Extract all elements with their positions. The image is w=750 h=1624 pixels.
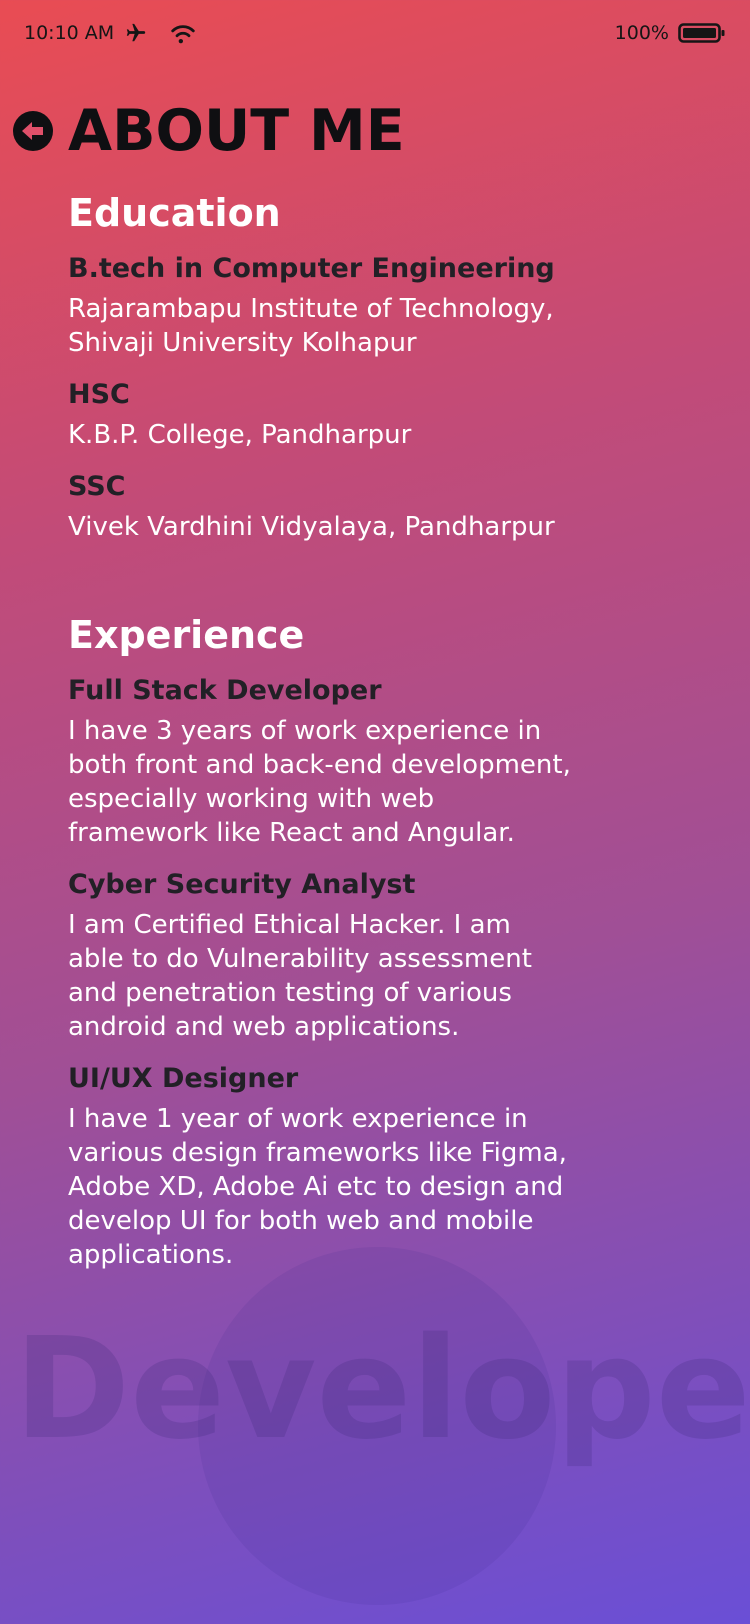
experience-heading: Experience [68, 613, 305, 657]
battery-percentage: 100% [614, 22, 669, 44]
education-heading: Education [68, 191, 281, 235]
education-item-title: HSC [68, 379, 130, 410]
experience-item: Cyber Security Analyst I am Certified Et… [68, 868, 688, 1044]
experience-item-desc: I have 3 years of work experience in bot… [68, 716, 571, 848]
education-section: Education B.tech in Computer Engineering… [68, 190, 688, 544]
education-item: B.tech in Computer Engineering Rajaramba… [68, 252, 688, 360]
back-arrow-icon[interactable] [12, 110, 54, 152]
status-time: 10:10 AM [24, 22, 115, 44]
page-title: ABOUT ME [68, 98, 405, 164]
wifi-icon [170, 22, 196, 44]
watermark-text: Developer [14, 1308, 750, 1471]
experience-item: UI/UX Designer I have 1 year of work exp… [68, 1062, 688, 1272]
experience-item-desc: I am Certified Ethical Hacker. I am able… [68, 910, 532, 1042]
education-item: HSC K.B.P. College, Pandharpur [68, 378, 688, 452]
education-item-desc: Rajarambapu Institute of Technology, Shi… [68, 294, 554, 358]
airplane-icon [123, 22, 149, 44]
status-bar: 10:10 AM 100% [0, 0, 750, 66]
battery-icon [678, 22, 726, 44]
education-item-desc: Vivek Vardhini Vidyalaya, Pandharpur [68, 512, 555, 542]
education-item-title: SSC [68, 471, 126, 502]
education-item: SSC Vivek Vardhini Vidyalaya, Pandharpur [68, 470, 688, 544]
experience-item-desc: I have 1 year of work experience in vari… [68, 1104, 567, 1270]
experience-item-title: Full Stack Developer [68, 675, 382, 706]
education-item-title: B.tech in Computer Engineering [68, 253, 555, 284]
experience-section: Experience Full Stack Developer I have 3… [68, 612, 688, 1272]
experience-item-title: UI/UX Designer [68, 1063, 299, 1094]
content: Education B.tech in Computer Engineering… [68, 190, 688, 1290]
experience-item-title: Cyber Security Analyst [68, 869, 416, 900]
education-item-desc: K.B.P. College, Pandharpur [68, 420, 412, 450]
experience-item: Full Stack Developer I have 3 years of w… [68, 674, 688, 850]
